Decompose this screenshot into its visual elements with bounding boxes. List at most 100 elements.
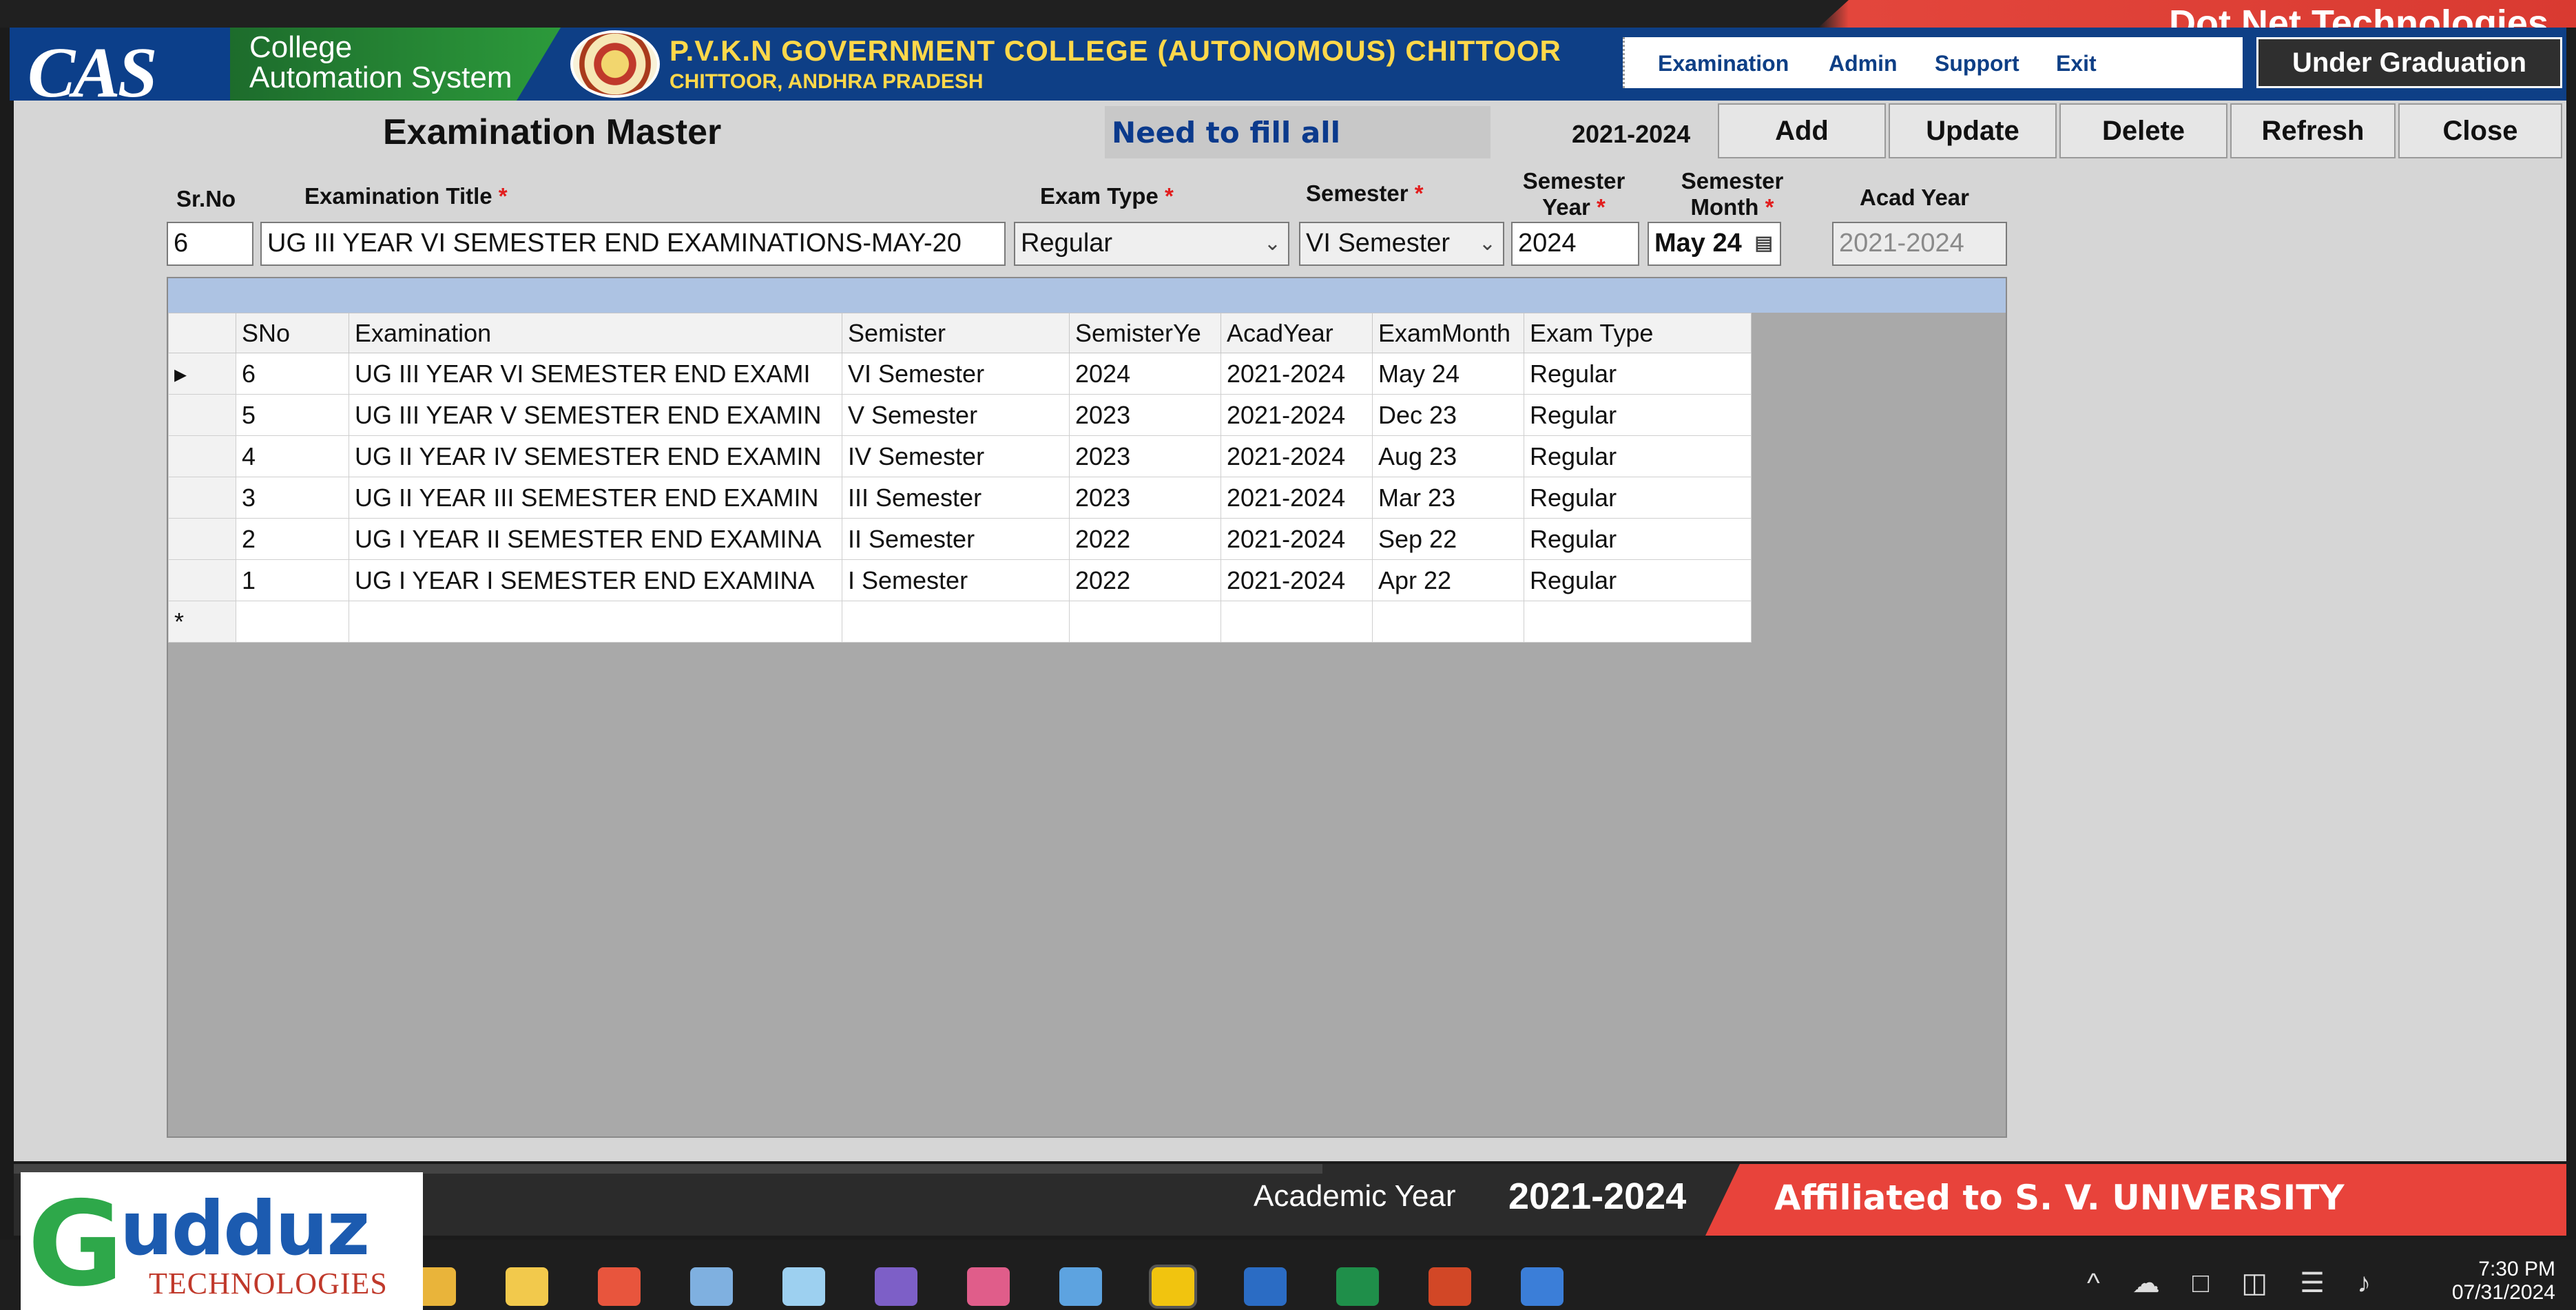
sem-month-picker[interactable]: May 24 ▤ [1648, 222, 1781, 266]
app-icon[interactable] [1521, 1267, 1564, 1306]
table-cell[interactable]: 2024 [1069, 353, 1221, 395]
table-cell[interactable] [349, 601, 842, 643]
table-cell[interactable]: UG III YEAR VI SEMESTER END EXAMI [349, 353, 842, 395]
table-cell[interactable]: 2023 [1069, 435, 1221, 477]
key-icon[interactable] [967, 1267, 1010, 1306]
table-row[interactable]: ▸ 6 UG III YEAR VI SEMESTER END EXAMI VI Se… [168, 353, 1752, 395]
table-row[interactable]: 1 UG I YEAR I SEMESTER END EXAMINA I Semes… [168, 559, 1752, 601]
calendar-icon[interactable]: ▤ [1755, 231, 1773, 254]
col-examination[interactable]: Examination [349, 313, 842, 353]
exam-title-field[interactable]: UG III YEAR VI SEMESTER END EXAMINATIONS… [260, 222, 1006, 266]
table-cell[interactable] [1524, 601, 1752, 643]
table-row[interactable]: 3 UG II YEAR III SEMESTER END EXAMIN III S… [168, 477, 1752, 519]
delete-button[interactable]: Delete [2059, 103, 2227, 158]
table-cell[interactable]: 2021-2024 [1221, 435, 1373, 477]
table-cell[interactable]: 2021-2024 [1221, 559, 1373, 601]
table-cell[interactable]: 2022 [1069, 518, 1221, 560]
word-icon[interactable] [1244, 1267, 1287, 1306]
power-bi-icon[interactable] [1149, 1265, 1197, 1309]
menu-support[interactable]: Support [1935, 51, 2019, 76]
table-cell[interactable]: UG II YEAR IV SEMESTER END EXAMIN [349, 435, 842, 477]
table-cell[interactable]: Sep 22 [1372, 518, 1524, 560]
table-cell[interactable]: Regular [1524, 394, 1752, 436]
table-row[interactable]: 4 UG II YEAR IV SEMESTER END EXAMIN IV Sem… [168, 435, 1752, 477]
row-header[interactable] [168, 394, 236, 436]
table-cell[interactable]: 2023 [1069, 394, 1221, 436]
col-semister-year[interactable]: SemisterYe [1069, 313, 1221, 353]
col-semister[interactable]: Semister [842, 313, 1070, 353]
srno-field[interactable]: 6 [167, 222, 253, 266]
row-header[interactable] [168, 559, 236, 601]
remote-icon[interactable] [1059, 1267, 1102, 1306]
add-button[interactable]: Add [1718, 103, 1886, 158]
table-cell[interactable]: 2021-2024 [1221, 477, 1373, 519]
file-explorer-icon[interactable] [506, 1267, 548, 1306]
col-sno[interactable]: SNo [236, 313, 349, 353]
table-cell[interactable] [1221, 601, 1373, 643]
table-cell[interactable]: II Semester [842, 518, 1070, 560]
excel-icon[interactable] [1336, 1267, 1379, 1306]
table-cell[interactable]: VI Semester [842, 353, 1070, 395]
table-cell[interactable] [1069, 601, 1221, 643]
row-header[interactable] [168, 518, 236, 560]
table-cell[interactable]: May 24 [1372, 353, 1524, 395]
table-cell[interactable]: IV Semester [842, 435, 1070, 477]
clock[interactable]: 7:30 PM 07/31/2024 [2452, 1258, 2555, 1304]
git-icon[interactable] [598, 1267, 641, 1306]
tools-icon[interactable] [782, 1267, 825, 1306]
menu-examination[interactable]: Examination [1658, 51, 1789, 76]
table-cell[interactable]: 2021-2024 [1221, 518, 1373, 560]
table-cell[interactable]: Apr 22 [1372, 559, 1524, 601]
table-cell[interactable]: UG I YEAR II SEMESTER END EXAMINA [349, 518, 842, 560]
table-cell[interactable]: Aug 23 [1372, 435, 1524, 477]
media-icon[interactable] [690, 1267, 733, 1306]
table-cell[interactable]: 2022 [1069, 559, 1221, 601]
menu-exit[interactable]: Exit [2056, 51, 2097, 76]
table-cell[interactable]: 6 [236, 353, 349, 395]
exam-type-select[interactable]: Regular ⌄ [1014, 222, 1289, 266]
system-tray-icons[interactable]: ^ ☁ □ ◫ ☰ ♪ [2087, 1267, 2383, 1299]
table-cell[interactable]: 2023 [1069, 477, 1221, 519]
visual-studio-icon[interactable] [875, 1267, 917, 1306]
table-cell[interactable]: 2021-2024 [1221, 394, 1373, 436]
table-cell[interactable]: Dec 23 [1372, 394, 1524, 436]
table-cell[interactable]: V Semester [842, 394, 1070, 436]
table-cell[interactable]: Regular [1524, 559, 1752, 601]
col-exam-month[interactable]: ExamMonth [1372, 313, 1524, 353]
col-acad-year[interactable]: AcadYear [1221, 313, 1373, 353]
table-row[interactable]: 2 UG I YEAR II SEMESTER END EXAMINA II Sem… [168, 518, 1752, 560]
table-cell[interactable]: 5 [236, 394, 349, 436]
table-cell[interactable]: III Semester [842, 477, 1070, 519]
table-cell[interactable]: Regular [1524, 353, 1752, 395]
table-cell[interactable]: Regular [1524, 518, 1752, 560]
table-cell[interactable]: 2021-2024 [1221, 353, 1373, 395]
close-button[interactable]: Close [2398, 103, 2562, 158]
menu-admin[interactable]: Admin [1829, 51, 1898, 76]
refresh-button[interactable]: Refresh [2230, 103, 2396, 158]
table-cell[interactable]: UG III YEAR V SEMESTER END EXAMIN [349, 394, 842, 436]
table-cell[interactable]: 4 [236, 435, 349, 477]
table-cell[interactable]: 2 [236, 518, 349, 560]
semester-select[interactable]: VI Semester ⌄ [1299, 222, 1504, 266]
new-row[interactable]: * [168, 601, 1752, 643]
table-cell[interactable]: Mar 23 [1372, 477, 1524, 519]
row-header[interactable] [168, 477, 236, 519]
sem-year-field[interactable]: 2024 [1511, 222, 1639, 266]
table-cell[interactable]: Regular [1524, 435, 1752, 477]
update-button[interactable]: Update [1889, 103, 2057, 158]
table-cell[interactable]: I Semester [842, 559, 1070, 601]
row-header[interactable]: ▸ [168, 353, 236, 395]
row-header[interactable] [168, 435, 236, 477]
table-cell[interactable]: UG I YEAR I SEMESTER END EXAMINA [349, 559, 842, 601]
table-cell[interactable]: UG II YEAR III SEMESTER END EXAMIN [349, 477, 842, 519]
table-row[interactable]: 5 UG III YEAR V SEMESTER END EXAMIN V Seme… [168, 394, 1752, 436]
table-cell[interactable] [842, 601, 1070, 643]
table-cell[interactable]: 1 [236, 559, 349, 601]
col-exam-type[interactable]: Exam Type [1524, 313, 1752, 353]
table-cell[interactable]: 3 [236, 477, 349, 519]
table-cell[interactable] [1372, 601, 1524, 643]
powerpoint-icon[interactable] [1429, 1267, 1471, 1306]
table-cell[interactable]: Regular [1524, 477, 1752, 519]
program-selector[interactable]: Under Graduation [2256, 37, 2562, 88]
table-cell[interactable] [236, 601, 349, 643]
